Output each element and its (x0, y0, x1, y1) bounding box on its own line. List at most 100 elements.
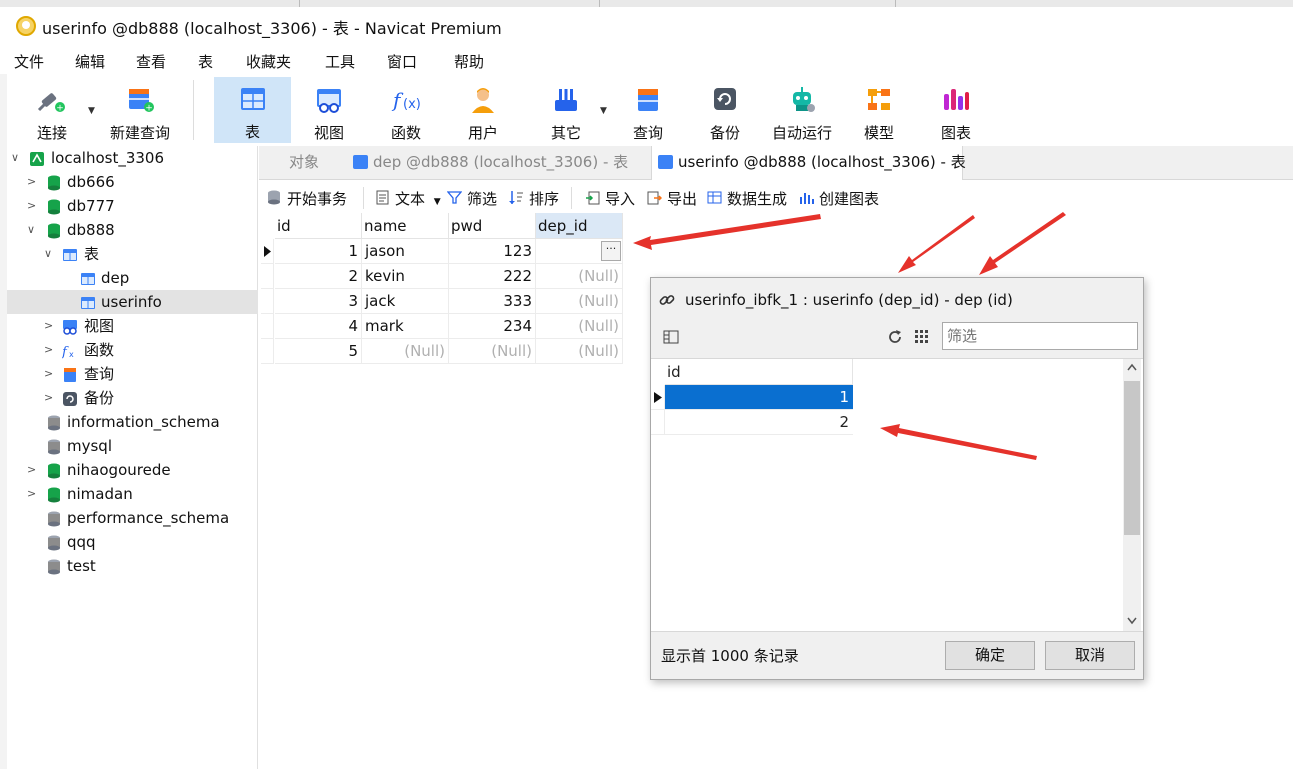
toolbar-automation-button[interactable]: 自动运行 (766, 78, 838, 142)
tree-item[interactable]: dep (7, 266, 258, 290)
chevron-right-icon[interactable]: > (27, 170, 36, 194)
toolbar-view-button[interactable]: 视图 (293, 78, 365, 142)
ok-button[interactable]: 确定 (945, 641, 1035, 670)
tree-item[interactable]: performance_schema (7, 506, 258, 530)
menu-view[interactable]: 查看 (136, 51, 166, 72)
tab-userinfo-table[interactable]: userinfo @db888 (localhost_3306) - 表 (651, 146, 966, 180)
chevron-right-icon[interactable]: > (44, 338, 53, 362)
tree-item[interactable]: ∨ localhost_3306 (7, 146, 258, 170)
chevron-right-icon[interactable]: > (27, 482, 36, 506)
chevron-down-icon[interactable]: ∨ (44, 242, 52, 266)
tree-item[interactable]: qqq (7, 530, 258, 554)
list-item[interactable]: 1 (665, 385, 853, 410)
table-cell[interactable]: 5 (275, 339, 362, 364)
menu-file[interactable]: 文件 (14, 51, 44, 72)
table-cell[interactable]: 234 (449, 314, 536, 339)
chevron-down-icon[interactable]: ▼ (600, 106, 607, 116)
table-cell[interactable]: 4 (275, 314, 362, 339)
table-cell[interactable]: jack (362, 289, 449, 314)
chevron-right-icon[interactable]: > (44, 314, 53, 338)
chevron-down-icon[interactable] (1127, 617, 1137, 625)
column-header-id[interactable]: id (665, 359, 853, 385)
scrollbar-thumb[interactable] (1124, 381, 1140, 535)
tree-item[interactable]: userinfo (7, 290, 258, 314)
tree-item[interactable]: > f x 函数 (7, 338, 258, 362)
tree-item[interactable]: ∨ db888 (7, 218, 258, 242)
toolbar-table-button[interactable]: 表 (214, 77, 291, 143)
toolbar-other-button[interactable]: 其它 (530, 78, 602, 142)
tree-item[interactable]: > 视图 (7, 314, 258, 338)
tree-item[interactable]: > db777 (7, 194, 258, 218)
table-cell[interactable]: 222 (449, 264, 536, 289)
tree-item[interactable]: mysql (7, 434, 258, 458)
table-cell[interactable]: (Null) (536, 314, 623, 339)
list-item[interactable]: 2 (665, 410, 853, 435)
chevron-down-icon[interactable]: ∨ (27, 218, 35, 242)
chevron-down-icon[interactable]: ▼ (88, 106, 95, 116)
toolbar-new-query-button[interactable]: + 新建查询 (98, 78, 182, 142)
table-cell[interactable]: jason (362, 239, 449, 264)
tree-item[interactable]: information_schema (7, 410, 258, 434)
column-header-name[interactable]: name (362, 213, 449, 239)
table-cell[interactable]: (Null) (362, 339, 449, 364)
chevron-right-icon[interactable]: > (44, 362, 53, 386)
table-cell[interactable]: (Null) (536, 264, 623, 289)
table-cell[interactable]: 123 (449, 239, 536, 264)
toolbar-connect-button[interactable]: + 连接 (16, 78, 88, 142)
table-cell[interactable]: (Null) (536, 289, 623, 314)
tree-item[interactable]: > db666 (7, 170, 258, 194)
menu-window[interactable]: 窗口 (387, 51, 417, 72)
begin-transaction-button[interactable]: 开始事务 (267, 188, 347, 209)
toolbar-user-button[interactable]: 用户 (447, 78, 519, 142)
chevron-right-icon[interactable]: > (27, 458, 36, 482)
table-cell[interactable]: mark (362, 314, 449, 339)
sort-button[interactable]: 排序 (509, 188, 559, 209)
table-cell[interactable]: (Null) (449, 339, 536, 364)
toolbar-model-button[interactable]: 模型 (843, 78, 915, 142)
menu-favorites[interactable]: 收藏夹 (246, 51, 291, 72)
tree-item[interactable]: > nimadan (7, 482, 258, 506)
table-cell[interactable]: 3 (275, 289, 362, 314)
table-cell[interactable]: (Null) (536, 339, 623, 364)
import-button[interactable]: 导入 (585, 188, 635, 209)
export-button[interactable]: 导出 (647, 188, 697, 209)
create-chart-button[interactable]: 创建图表 (799, 188, 879, 209)
chevron-right-icon[interactable]: > (27, 194, 36, 218)
tree-item[interactable]: > nihaogourede (7, 458, 258, 482)
tab-objects[interactable]: 对象 (263, 146, 349, 180)
vertical-scrollbar[interactable] (1123, 359, 1141, 631)
tree-item[interactable]: > 查询 (7, 362, 258, 386)
column-header-pwd[interactable]: pwd (449, 213, 536, 239)
text-view-button[interactable]: 文本 ▼ (375, 188, 441, 209)
columns-icon[interactable] (663, 329, 679, 345)
chevron-up-icon[interactable] (1127, 363, 1137, 371)
toolbar-chart-button[interactable]: 图表 (920, 78, 992, 142)
column-header-dep_id[interactable]: dep_id (536, 213, 623, 239)
toolbar-function-button[interactable]: f (x) 函数 (370, 78, 442, 142)
foreign-key-lookup-button[interactable]: ··· (601, 241, 621, 261)
filter-input[interactable] (942, 322, 1138, 350)
menu-table[interactable]: 表 (198, 51, 213, 72)
refresh-icon[interactable] (886, 328, 904, 346)
column-header-id[interactable]: id (275, 213, 362, 239)
menu-tools[interactable]: 工具 (325, 51, 355, 72)
table-cell[interactable]: 333 (449, 289, 536, 314)
filter-button[interactable]: 筛选 (447, 188, 497, 209)
table-cell[interactable]: 2 (275, 264, 362, 289)
tree-item[interactable]: > 备份 (7, 386, 258, 410)
tree-item[interactable]: test (7, 554, 258, 578)
data-generation-button[interactable]: 数据生成 (707, 188, 787, 209)
grid-view-icon[interactable] (914, 329, 930, 345)
chevron-right-icon[interactable]: > (44, 386, 53, 410)
menu-help[interactable]: 帮助 (454, 51, 484, 72)
toolbar-query-button[interactable]: 查询 (612, 78, 684, 142)
toolbar-backup-button[interactable]: 备份 (689, 78, 761, 142)
tree-item[interactable]: ∨ 表 (7, 242, 258, 266)
table-cell[interactable]: 1 (275, 239, 362, 264)
menu-edit[interactable]: 编辑 (75, 51, 105, 72)
tree-item-label: dep (101, 269, 130, 287)
tab-dep-table[interactable]: dep @db888 (localhost_3306) - 表 (347, 146, 651, 180)
chevron-down-icon[interactable]: ∨ (11, 146, 19, 170)
cancel-button[interactable]: 取消 (1045, 641, 1135, 670)
table-cell[interactable]: kevin (362, 264, 449, 289)
